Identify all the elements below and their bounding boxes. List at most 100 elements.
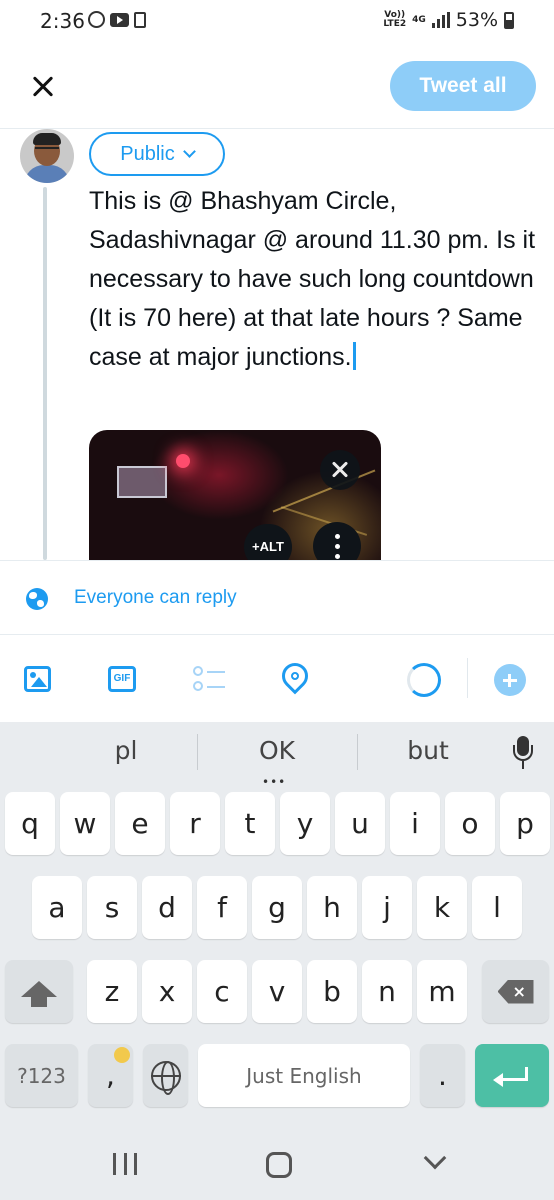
document-icon [134,11,146,28]
shift-icon [21,980,57,1007]
suggestion-1[interactable]: pl [46,736,206,765]
backspace-icon: × [497,979,534,1004]
key-o[interactable]: o [445,792,495,855]
key-q[interactable]: q [5,792,55,855]
key-q-label: q [21,807,39,840]
key-n-label: n [378,975,396,1008]
suggestion-bar: pl OK ••• but [0,722,554,789]
key-v-label: v [268,975,286,1008]
key-p-label: p [516,807,534,840]
toolbar-divider [467,658,468,698]
key-h[interactable]: h [307,876,357,939]
key-x[interactable]: x [142,960,192,1023]
reply-settings-label: Everyone can reply [74,587,237,608]
compose-toolbar: GIF [0,636,554,722]
space-key-label: Just English [246,1063,362,1088]
microphone-icon[interactable] [513,736,533,770]
language-key[interactable] [143,1044,188,1107]
key-c[interactable]: c [197,960,247,1023]
remove-media-icon[interactable] [320,450,360,490]
key-y-label: y [296,807,314,840]
system-icons: Vo)) LTE2 4G 53% [383,9,514,31]
key-n[interactable]: n [362,960,412,1023]
battery-icon [504,11,514,29]
key-k-label: k [433,891,451,924]
tweet-text: This is @ Bhashyam Circle, Sadashivnagar… [89,187,536,371]
whatsapp-icon [88,11,105,28]
volte-indicator: Vo)) LTE2 [383,10,407,29]
key-a[interactable]: a [32,876,82,939]
period-key[interactable]: . [420,1044,465,1107]
key-b-label: b [323,975,341,1008]
image-icon[interactable] [24,666,51,692]
shift-key[interactable] [5,960,73,1023]
key-e[interactable]: e [115,792,165,855]
youtube-icon [110,12,129,27]
recents-icon[interactable] [113,1153,137,1175]
key-i-label: i [411,807,419,840]
character-progress-icon [407,663,441,697]
space-key[interactable]: Just English [198,1044,410,1107]
key-i[interactable]: i [390,792,440,855]
key-j[interactable]: j [362,876,412,939]
key-f[interactable]: f [197,876,247,939]
globe-icon [26,588,48,610]
key-u[interactable]: u [335,792,385,855]
screen: 2:36 Vo)) LTE2 4G 53% Tweet all Public T… [0,0,554,1200]
key-r[interactable]: r [170,792,220,855]
emoji-icon [114,1047,130,1063]
location-icon[interactable] [276,657,314,695]
enter-key[interactable] [475,1044,549,1107]
close-icon[interactable] [22,66,62,106]
key-y[interactable]: y [280,792,330,855]
key-m-label: m [428,975,456,1008]
more-suggestions-icon[interactable]: ••• [262,775,286,789]
status-bar: 2:36 Vo)) LTE2 4G 53% [0,0,554,44]
key-l[interactable]: l [472,876,522,939]
language-globe-icon [150,1060,181,1095]
add-tweet-icon[interactable] [494,664,526,696]
back-icon[interactable] [423,1146,447,1170]
backspace-key[interactable]: × [482,960,549,1023]
symbols-key[interactable]: ?123 [5,1044,78,1107]
status-time: 2:36 [40,9,85,33]
battery-percent: 53% [455,9,498,31]
audience-selector[interactable]: Public [89,132,225,176]
chevron-down-icon [182,145,196,158]
suggestion-2[interactable]: OK [197,736,357,765]
key-t[interactable]: t [225,792,275,855]
header-divider [0,128,554,129]
audience-label: Public [120,142,175,165]
key-m[interactable]: m [417,960,467,1023]
key-d[interactable]: d [142,876,192,939]
reply-settings[interactable]: Everyone can reply [0,560,554,635]
gif-icon[interactable]: GIF [108,666,136,692]
enter-icon [493,1066,528,1087]
symbols-key-label: ?123 [17,1063,66,1088]
key-w-label: w [73,807,97,840]
key-x-label: x [158,975,176,1008]
key-o-label: o [461,807,479,840]
key-w[interactable]: w [60,792,110,855]
key-g[interactable]: g [252,876,302,939]
key-l-label: l [493,891,501,924]
key-b[interactable]: b [307,960,357,1023]
key-p[interactable]: p [500,792,550,855]
key-v[interactable]: v [252,960,302,1023]
key-z[interactable]: z [87,960,137,1023]
key-c-label: c [214,975,230,1008]
key-g-label: g [268,891,286,924]
poll-icon[interactable] [193,664,227,694]
key-t-label: t [244,807,256,840]
key-s[interactable]: s [87,876,137,939]
suggestion-3[interactable]: but [348,736,508,765]
key-k[interactable]: k [417,876,467,939]
key-e-label: e [131,807,149,840]
network-type: 4G [412,14,426,25]
avatar[interactable] [20,129,74,183]
tweet-text-input[interactable]: This is @ Bhashyam Circle, Sadashivnagar… [89,182,539,377]
comma-key-label: , [106,1059,115,1092]
key-d-label: d [158,891,176,924]
tweet-all-button[interactable]: Tweet all [390,61,536,111]
home-icon[interactable] [266,1152,292,1178]
